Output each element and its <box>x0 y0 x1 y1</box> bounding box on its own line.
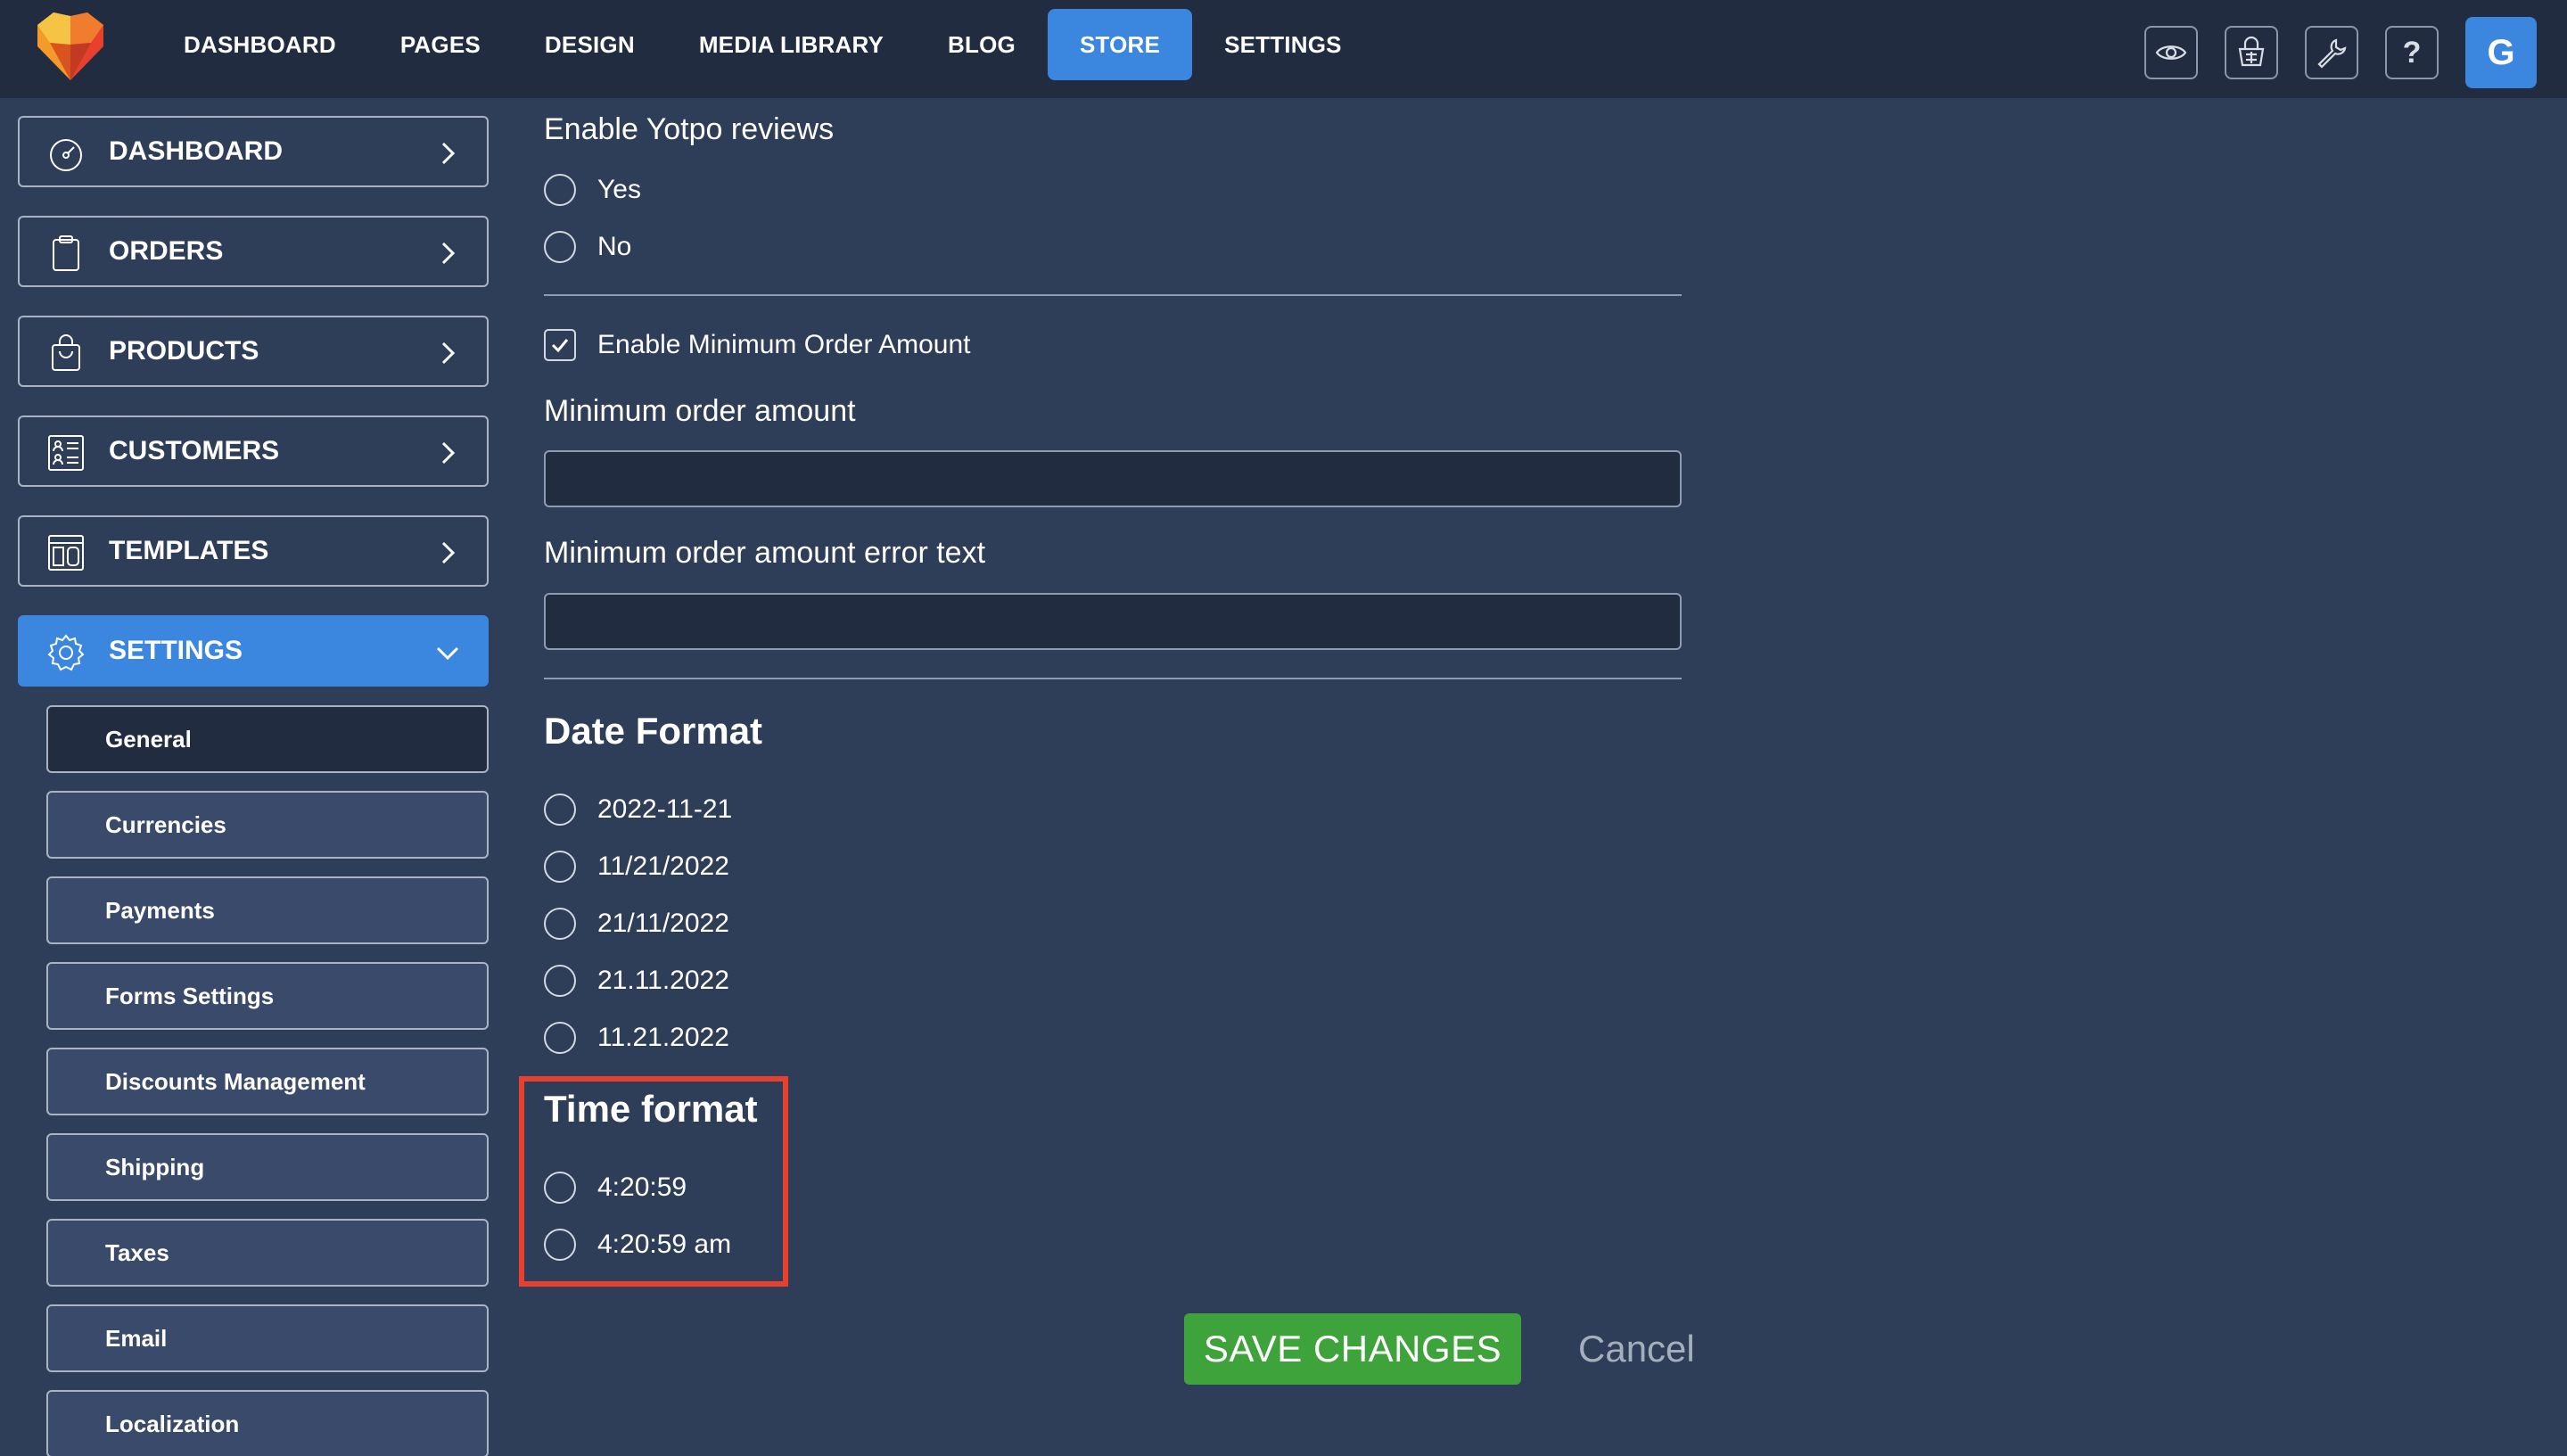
submenu-taxes[interactable]: Taxes <box>46 1219 489 1287</box>
radio-button[interactable] <box>544 231 576 263</box>
min-order-error-label: Minimum order amount error text <box>544 536 986 570</box>
radio-label: 2022-11-21 <box>597 794 733 824</box>
chevron-right-icon <box>441 341 456 365</box>
contacts-icon <box>48 435 84 471</box>
radio-button[interactable] <box>544 1022 576 1054</box>
submenu-shipping[interactable]: Shipping <box>46 1133 489 1201</box>
tools-button[interactable] <box>2305 26 2358 79</box>
sidebar-item-orders[interactable]: ORDERS <box>18 216 489 287</box>
wrench-icon <box>2317 38 2347 69</box>
chevron-right-icon <box>441 441 456 465</box>
chevron-right-icon <box>441 242 456 265</box>
radio-button[interactable] <box>544 794 576 826</box>
time-format-highlight-box <box>519 1076 788 1287</box>
nav-media-library[interactable]: MEDIA LIBRARY <box>667 9 916 80</box>
eye-icon <box>2155 45 2187 60</box>
sidebar-item-products[interactable]: PRODUCTS <box>18 316 489 387</box>
checkbox-label: Enable Minimum Order Amount <box>597 330 971 359</box>
nav-design[interactable]: DESIGN <box>513 9 667 80</box>
sidebar-item-templates[interactable]: TEMPLATES <box>18 515 489 587</box>
layout-icon <box>48 535 84 571</box>
gauge-icon <box>50 139 82 171</box>
yotpo-label: Enable Yotpo reviews <box>544 112 835 146</box>
radio-label: 11.21.2022 <box>597 1023 729 1052</box>
min-order-error-input[interactable] <box>544 593 1682 650</box>
top-navigation-bar: DASHBOARD PAGES DESIGN MEDIA LIBRARY BLO… <box>0 0 2567 98</box>
sidebar-item-label: TEMPLATES <box>109 536 269 565</box>
min-order-checkbox[interactable] <box>544 329 576 361</box>
nav-pages[interactable]: PAGES <box>368 9 513 80</box>
sidebar-item-label: PRODUCTS <box>109 336 259 366</box>
submenu-email[interactable]: Email <box>46 1304 489 1372</box>
nav-dashboard[interactable]: DASHBOARD <box>152 9 368 80</box>
nav-store[interactable]: STORE <box>1047 9 1193 80</box>
radio-label: 21/11/2022 <box>597 909 729 938</box>
settings-submenu: General Currencies Payments Forms Settin… <box>46 705 489 1456</box>
submenu-currencies[interactable]: Currencies <box>46 791 489 859</box>
submenu-discounts-management[interactable]: Discounts Management <box>46 1048 489 1115</box>
sidebar-item-customers[interactable]: CUSTOMERS <box>18 415 489 487</box>
radio-button[interactable] <box>544 965 576 997</box>
radio-label: 21.11.2022 <box>597 966 729 995</box>
sidebar-item-dashboard[interactable]: DASHBOARD <box>18 116 489 187</box>
date-format-option[interactable]: 21/11/2022 <box>544 906 729 942</box>
yotpo-yes-option[interactable]: Yes <box>544 172 641 208</box>
brand-logo[interactable] <box>32 9 109 86</box>
chevron-right-icon <box>441 541 456 564</box>
submenu-forms-settings[interactable]: Forms Settings <box>46 962 489 1030</box>
sidebar-item-label: CUSTOMERS <box>109 436 280 465</box>
date-format-option[interactable]: 21.11.2022 <box>544 963 729 999</box>
section-divider <box>544 678 1682 679</box>
sidebar-item-label: SETTINGS <box>109 636 243 665</box>
date-format-option[interactable]: 11/21/2022 <box>544 849 729 884</box>
sidebar: DASHBOARD ORDERS PRODUCTS CUSTOMERS TEMP… <box>18 116 489 715</box>
min-order-amount-label: Minimum order amount <box>544 394 856 428</box>
radio-button[interactable] <box>544 908 576 940</box>
nav-settings[interactable]: SETTINGS <box>1192 9 1374 80</box>
radio-button[interactable] <box>544 174 576 206</box>
yotpo-no-option[interactable]: No <box>544 229 631 265</box>
submenu-localization[interactable]: Localization <box>46 1390 489 1456</box>
submenu-payments[interactable]: Payments <box>46 876 489 944</box>
radio-label: 11/21/2022 <box>597 851 729 881</box>
min-order-checkbox-row[interactable]: Enable Minimum Order Amount <box>544 327 971 363</box>
help-icon: ? <box>2402 35 2422 70</box>
sidebar-item-settings[interactable]: SETTINGS <box>18 615 489 687</box>
top-toolbar: ? G <box>2144 17 2537 88</box>
date-format-heading: Date Format <box>544 710 763 752</box>
section-divider <box>544 294 1682 296</box>
shopping-basket-icon <box>2238 36 2265 67</box>
radio-label: No <box>597 232 632 261</box>
chevron-down-icon <box>436 646 459 661</box>
sidebar-item-label: DASHBOARD <box>109 136 283 166</box>
store-button[interactable] <box>2225 26 2278 79</box>
date-format-option[interactable]: 11.21.2022 <box>544 1020 729 1056</box>
nav-blog[interactable]: BLOG <box>916 9 1048 80</box>
chevron-right-icon <box>441 142 456 165</box>
radio-button[interactable] <box>544 851 576 883</box>
checkmark-icon <box>551 339 569 353</box>
preview-button[interactable] <box>2144 26 2198 79</box>
shopping-bag-icon <box>52 334 80 371</box>
save-changes-button[interactable]: SAVE CHANGES <box>1184 1313 1521 1385</box>
user-avatar[interactable]: G <box>2465 17 2537 88</box>
cancel-button[interactable]: Cancel <box>1578 1322 1695 1376</box>
radio-label: Yes <box>597 175 641 204</box>
gear-icon <box>47 634 85 671</box>
submenu-general[interactable]: General <box>46 705 489 773</box>
date-format-option[interactable]: 2022-11-21 <box>544 792 732 827</box>
sidebar-item-label: ORDERS <box>109 236 224 266</box>
min-order-amount-input[interactable] <box>544 450 1682 507</box>
clipboard-icon <box>53 235 79 271</box>
main-nav: DASHBOARD PAGES DESIGN MEDIA LIBRARY BLO… <box>152 9 1374 80</box>
help-button[interactable]: ? <box>2385 26 2439 79</box>
